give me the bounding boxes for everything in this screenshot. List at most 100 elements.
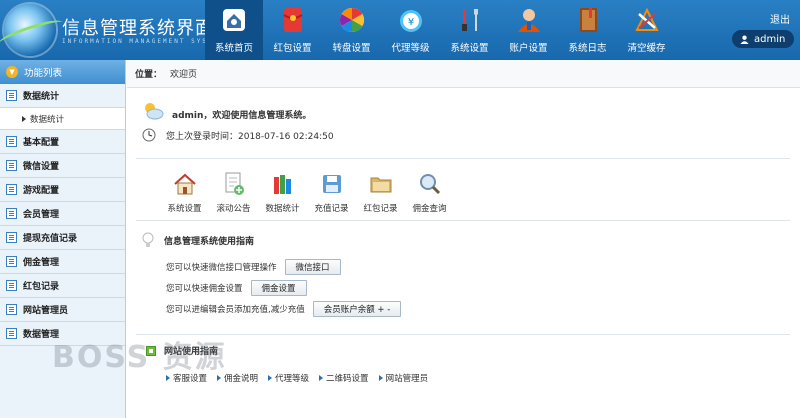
top-header: 信息管理系统界面 INFORMATION MANAGEMENT SYSTEM G… — [0, 0, 800, 60]
guide-row-text: 您可以进编辑会员添加充值,减少充值 — [166, 305, 305, 315]
quick-system-settings[interactable]: 系统设置 — [160, 172, 209, 214]
nav-item-wheel[interactable]: 转盘设置 — [322, 0, 381, 60]
sidebar-item-data-stats[interactable]: 数据统计 — [0, 84, 125, 108]
site-link[interactable]: 二维码设置 — [319, 372, 369, 384]
books-icon — [271, 172, 295, 196]
username: admin — [754, 33, 786, 45]
sidebar-item-members[interactable]: 会员管理 — [0, 202, 125, 226]
site-link-label: 网站管理员 — [385, 374, 429, 384]
nav-item-clear-cache[interactable]: 清空缓存 — [617, 0, 676, 60]
list-icon — [6, 90, 17, 101]
quick-scroll-notice[interactable]: 滚动公告 — [209, 172, 258, 214]
quick-commission-query[interactable]: 佣金查询 — [405, 172, 454, 214]
tools-icon — [456, 6, 484, 34]
nav-label: 代理等级 — [391, 43, 430, 54]
quick-recharge-records[interactable]: 充值记录 — [307, 172, 356, 214]
list-icon — [6, 280, 17, 291]
list-icon — [6, 160, 17, 171]
nav-item-account-settings[interactable]: 账户设置 — [499, 0, 558, 60]
list-icon — [6, 184, 17, 195]
app-title: 信息管理系统界面 — [62, 18, 214, 39]
nav-label: 账户设置 — [509, 43, 548, 54]
sidebar-item-label: 微信设置 — [23, 162, 60, 172]
folder-icon — [369, 172, 393, 196]
member-balance-button[interactable]: 会员账户余额 + - — [312, 301, 402, 317]
quick-red-envelope-records[interactable]: 红包记录 — [356, 172, 405, 214]
nav-item-home[interactable]: 系统首页 — [205, 0, 263, 60]
quick-label: 充值记录 — [314, 204, 349, 214]
nav-label: 转盘设置 — [332, 43, 371, 54]
nav-label: 清空缓存 — [627, 43, 666, 54]
sidebar-item-label: 游戏配置 — [23, 186, 60, 196]
main-nav: 系统首页 红包设置 转盘设置 ¥ 代理等级 系统设置 账户设置 系统日志 清空缓… — [205, 0, 676, 60]
breadcrumb-current[interactable]: 欢迎页 — [170, 67, 197, 80]
list-icon — [6, 232, 17, 243]
arrow-right-icon — [378, 375, 383, 381]
logo-icon — [4, 4, 56, 56]
quick-label: 系统设置 — [167, 204, 202, 214]
sidebar-item-commission[interactable]: 佣金管理 — [0, 250, 125, 274]
breadcrumb: 位置： 欢迎页 — [127, 60, 800, 88]
sidebar-header[interactable]: ▼ 功能列表 — [0, 60, 125, 84]
last-login-text: 您上次登录时间：2018-07-16 02:24:50 — [166, 131, 334, 142]
clock-icon — [142, 128, 156, 142]
sidebar-item-label: 基本配置 — [23, 138, 60, 148]
divider — [136, 158, 790, 159]
sidebar-item-admins[interactable]: 网站管理员 — [0, 298, 125, 322]
quick-label: 数据统计 — [265, 204, 300, 214]
sidebar-item-label: 提现充值记录 — [23, 234, 78, 244]
wechat-interface-button[interactable]: 微信接口 — [284, 259, 341, 275]
guide-row-text: 您可以快速佣金设置 — [166, 284, 243, 294]
nav-item-system-settings[interactable]: 系统设置 — [440, 0, 499, 60]
list-icon — [6, 208, 17, 219]
nav-item-system-log[interactable]: 系统日志 — [558, 0, 617, 60]
site-link-label: 代理等级 — [275, 374, 310, 384]
last-login: 您上次登录时间：2018-07-16 02:24:50 — [142, 128, 334, 142]
guide-row: 您可以快速佣金设置 佣金设置 — [166, 280, 307, 296]
quick-label: 佣金查询 — [412, 204, 447, 214]
commission-settings-button[interactable]: 佣金设置 — [250, 280, 307, 296]
sidebar-item-red-envelope-records[interactable]: 红包记录 — [0, 274, 125, 298]
user-menu[interactable]: admin — [732, 30, 794, 48]
guide-row: 您可以进编辑会员添加充值,减少充值 会员账户余额 + - — [166, 301, 402, 317]
sidebar-item-withdraw-records[interactable]: 提现充值记录 — [0, 226, 125, 250]
guide-row-text: 您可以快速微信接口管理操作 — [166, 263, 277, 273]
arrow-right-icon — [22, 115, 26, 122]
chevron-down-icon: ▼ — [6, 66, 18, 78]
logout-link[interactable]: 退出 — [770, 11, 790, 26]
quick-links: 系统设置 滚动公告 数据统计 充值记录 红包记录 佣金查询 — [160, 172, 454, 214]
list-icon — [6, 256, 17, 267]
user-avatar-icon — [740, 35, 749, 44]
sidebar-item-label: 佣金管理 — [23, 258, 60, 268]
guide-row: 您可以快速微信接口管理操作 微信接口 — [166, 259, 341, 275]
money-bag-icon: ¥ — [397, 6, 425, 34]
site-link[interactable]: 网站管理员 — [378, 372, 429, 384]
breadcrumb-label: 位置： — [135, 70, 163, 80]
sidebar-item-basic-config[interactable]: 基本配置 — [0, 130, 125, 154]
guide-title: 信息管理系统使用指南 — [142, 232, 254, 248]
site-link-label: 二维码设置 — [326, 374, 369, 384]
list-icon — [6, 328, 17, 339]
save-icon — [320, 172, 344, 196]
svg-text:¥: ¥ — [407, 17, 413, 28]
welcome-block: admin，欢迎使用信息管理系统。 — [142, 100, 311, 121]
watermark: BOSS 资源 — [52, 340, 227, 375]
nav-item-agent-level[interactable]: ¥ 代理等级 — [381, 0, 440, 60]
quick-data-stats[interactable]: 数据统计 — [258, 172, 307, 214]
site-link[interactable]: 代理等级 — [268, 372, 309, 384]
sidebar-item-label: 会员管理 — [23, 210, 60, 220]
sidebar-subitem-label: 数据统计 — [30, 114, 65, 125]
divider — [136, 220, 790, 221]
nav-label: 系统设置 — [450, 43, 489, 54]
sidebar-subitem-data-stats[interactable]: 数据统计 — [0, 108, 125, 130]
sidebar-item-game-config[interactable]: 游戏配置 — [0, 178, 125, 202]
wheel-icon — [338, 6, 366, 34]
arrow-right-icon — [268, 375, 273, 381]
quick-label: 红包记录 — [363, 204, 398, 214]
nav-item-red-envelope[interactable]: 红包设置 — [263, 0, 322, 60]
red-envelope-icon — [279, 6, 307, 34]
book-icon — [574, 6, 602, 34]
list-icon — [6, 136, 17, 147]
sidebar-item-wechat[interactable]: 微信设置 — [0, 154, 125, 178]
user-icon — [515, 6, 543, 34]
